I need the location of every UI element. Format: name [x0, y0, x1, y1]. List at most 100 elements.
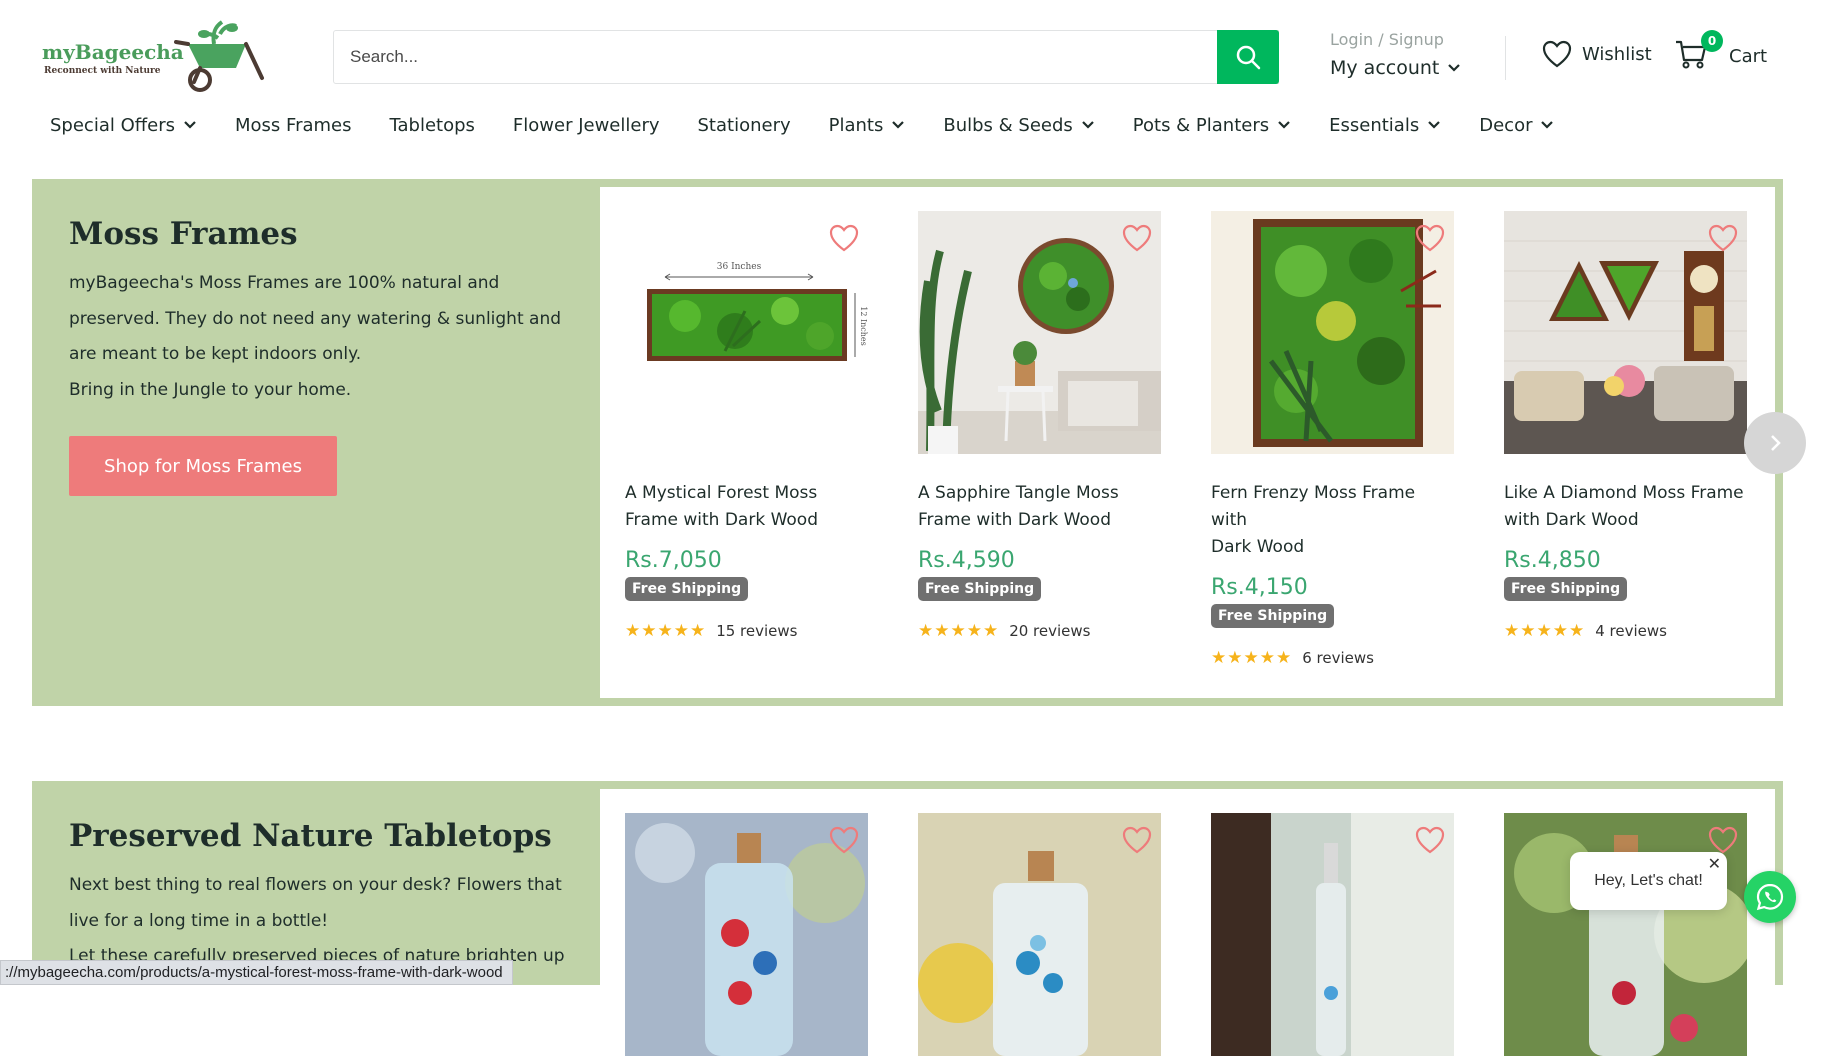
- product-rating[interactable]: ★★★★★ 15 reviews: [625, 621, 868, 641]
- product-image[interactable]: [918, 813, 1161, 1056]
- description-line: preserved. They do not need any watering…: [69, 308, 562, 329]
- nav-item-label: Decor: [1479, 114, 1533, 136]
- product-price: Rs.4,590: [918, 548, 1015, 573]
- nav-item-essentials[interactable]: Essentials: [1329, 115, 1441, 136]
- product-image[interactable]: [1211, 211, 1454, 454]
- wheelbarrow-logo-icon: [174, 20, 264, 92]
- nav-item-moss-frames[interactable]: Moss Frames: [235, 115, 351, 136]
- product-card[interactable]: Like A Diamond Moss Frame with Dark Wood…: [1504, 211, 1747, 641]
- wishlist-heart-icon[interactable]: [1414, 825, 1446, 855]
- moss-frames-section: Moss Frames myBageecha's Moss Frames are…: [32, 179, 1783, 706]
- product-card[interactable]: [625, 813, 868, 1056]
- nav-item-decor[interactable]: Decor: [1479, 115, 1554, 136]
- star-rating-icon: ★★★★★: [918, 621, 1000, 641]
- nav-item-tabletops[interactable]: Tabletops: [389, 115, 474, 136]
- nav-item-flower-jewellery[interactable]: Flower Jewellery: [513, 115, 660, 136]
- cart-link[interactable]: 0 Cart: [1675, 30, 1767, 75]
- wishlist-link[interactable]: Wishlist: [1542, 40, 1652, 68]
- chevron-down-icon: [184, 121, 196, 129]
- free-shipping-badge: Free Shipping: [918, 577, 1042, 601]
- nav-item-special-offers[interactable]: Special Offers: [50, 115, 197, 136]
- shop-moss-frames-button[interactable]: Shop for Moss Frames: [69, 436, 337, 496]
- nav-item-plants[interactable]: Plants: [829, 115, 906, 136]
- product-image[interactable]: [625, 813, 868, 1056]
- product-card[interactable]: A Sapphire Tangle Moss Frame with Dark W…: [918, 211, 1161, 641]
- search-input[interactable]: [334, 31, 1278, 83]
- product-title-line: A Mystical Forest Moss: [625, 483, 818, 503]
- brand-name: myBageecha: [42, 40, 184, 64]
- section-intro: Preserved Nature Tabletops Next best thi…: [69, 818, 579, 975]
- chevron-down-icon: [1278, 121, 1290, 129]
- product-title[interactable]: Like A Diamond Moss Frame with Dark Wood: [1504, 480, 1747, 534]
- product-title-line: Frame with Dark Wood: [625, 510, 818, 530]
- product-image[interactable]: [1211, 813, 1454, 1056]
- wishlist-heart-icon[interactable]: [828, 223, 860, 253]
- image-dimension-label: 12 Inches: [859, 306, 868, 346]
- chevron-down-icon: [1082, 121, 1094, 129]
- review-count: 4 reviews: [1595, 622, 1667, 640]
- product-price: Rs.4,850: [1504, 548, 1601, 573]
- chevron-right-icon: [1771, 435, 1781, 451]
- cart-icon-wrap: 0: [1675, 30, 1723, 75]
- nav-item-pots-planters[interactable]: Pots & Planters: [1133, 115, 1291, 136]
- product-rating[interactable]: ★★★★★ 20 reviews: [918, 621, 1161, 641]
- wishlist-heart-icon[interactable]: [1707, 223, 1739, 253]
- whatsapp-chat-button[interactable]: [1744, 871, 1796, 923]
- nav-item-label: Plants: [828, 114, 884, 136]
- my-account-dropdown[interactable]: My account: [1330, 57, 1461, 79]
- chevron-down-icon: [1428, 121, 1441, 129]
- product-card[interactable]: [1504, 813, 1747, 1056]
- section-intro: Moss Frames myBageecha's Moss Frames are…: [69, 216, 579, 408]
- product-image[interactable]: [1504, 813, 1747, 1056]
- product-title[interactable]: A Sapphire Tangle Moss Frame with Dark W…: [918, 480, 1161, 534]
- section-description: myBageecha's Moss Frames are 100% natura…: [69, 266, 579, 408]
- product-title-line: A Sapphire Tangle Moss: [918, 483, 1119, 503]
- carousel-next-button[interactable]: [1744, 412, 1806, 474]
- wishlist-heart-icon[interactable]: [1121, 223, 1153, 253]
- nav-item-label: Stationery: [697, 114, 791, 136]
- brand-logo[interactable]: myBageecha Reconnect with Nature: [42, 20, 272, 92]
- description-line: Bring in the Jungle to your home.: [69, 379, 352, 400]
- status-bar-url: ://mybageecha.com/products/a-mystical-fo…: [0, 960, 513, 985]
- product-card[interactable]: Fern Frenzy Moss Frame with Dark Wood Rs…: [1211, 211, 1454, 668]
- chevron-down-icon: [1448, 64, 1461, 72]
- nav-item-bulbs-seeds[interactable]: Bulbs & Seeds: [943, 115, 1094, 136]
- product-title-line: Dark Wood: [1211, 537, 1305, 557]
- product-rating[interactable]: ★★★★★ 6 reviews: [1211, 648, 1454, 668]
- product-carousel: 36 Inches 12 Inches A Mystical Forest Mo: [600, 187, 1775, 698]
- product-card[interactable]: [918, 813, 1161, 1056]
- product-card[interactable]: [1211, 813, 1454, 1056]
- wishlist-heart-icon[interactable]: [1707, 825, 1739, 855]
- nav-item-stationery[interactable]: Stationery: [698, 115, 791, 136]
- product-card[interactable]: 36 Inches 12 Inches A Mystical Forest Mo: [625, 211, 868, 641]
- product-image[interactable]: 36 Inches 12 Inches: [625, 211, 868, 454]
- section-title: Preserved Nature Tabletops: [69, 818, 552, 854]
- wishlist-heart-icon[interactable]: [828, 825, 860, 855]
- product-rating[interactable]: ★★★★★ 4 reviews: [1504, 621, 1747, 641]
- section-description: Next best thing to real flowers on your …: [69, 868, 579, 975]
- section-title: Moss Frames: [69, 216, 298, 252]
- chevron-down-icon: [892, 121, 905, 129]
- product-title[interactable]: Fern Frenzy Moss Frame with Dark Wood: [1211, 480, 1454, 561]
- nav-item-label: Tabletops: [389, 114, 475, 136]
- review-count: 20 reviews: [1009, 622, 1091, 640]
- product-image[interactable]: [918, 211, 1161, 454]
- chevron-down-icon: [1541, 121, 1554, 129]
- login-signup-link[interactable]: Login / Signup: [1330, 30, 1444, 49]
- nav-item-label: Special Offers: [50, 114, 175, 136]
- wishlist-heart-icon[interactable]: [1414, 223, 1446, 253]
- free-shipping-badge: Free Shipping: [1504, 577, 1628, 601]
- nav-item-label: Pots & Planters: [1132, 114, 1270, 136]
- chat-bubble[interactable]: Hey, Let's chat! ✕: [1570, 852, 1727, 910]
- description-line: are meant to be kept indoors only.: [69, 344, 362, 364]
- my-account-label: My account: [1330, 57, 1440, 79]
- nav-item-label: Bulbs & Seeds: [943, 114, 1073, 136]
- product-image[interactable]: [1504, 211, 1747, 454]
- close-icon[interactable]: ✕: [1708, 854, 1721, 874]
- description-line: myBageecha's Moss Frames are 100% natura…: [69, 273, 500, 293]
- search-button[interactable]: [1217, 30, 1279, 84]
- product-title-line: Fern Frenzy Moss Frame with: [1211, 483, 1416, 530]
- free-shipping-badge: Free Shipping: [625, 577, 749, 601]
- wishlist-heart-icon[interactable]: [1121, 825, 1153, 855]
- product-title[interactable]: A Mystical Forest Moss Frame with Dark W…: [625, 480, 868, 534]
